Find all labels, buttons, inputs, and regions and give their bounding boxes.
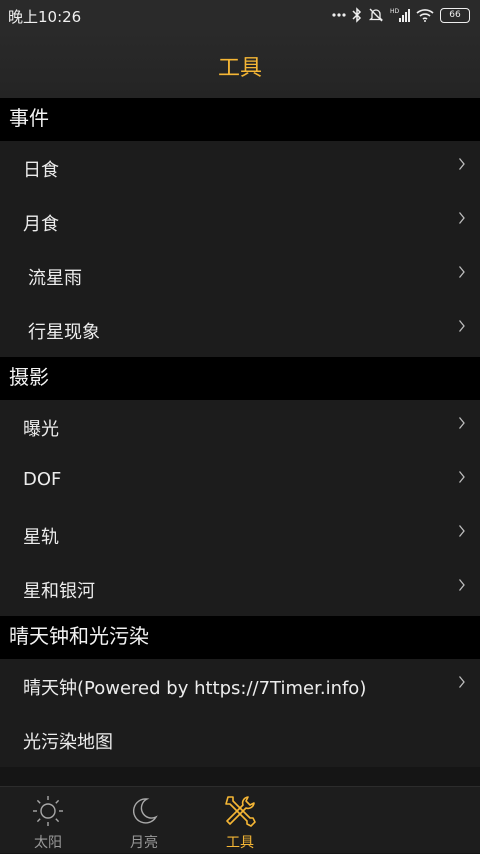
tab-sun[interactable]: 太阳: [8, 787, 88, 854]
chevron-right-icon: [458, 155, 466, 176]
list-item-label: 行星现象: [28, 322, 100, 343]
chevron-right-icon: [458, 673, 466, 694]
tab-label: 太阳: [34, 835, 62, 851]
list-item-clear-sky-clock[interactable]: 晴天钟(Powered by https://7Timer.info): [0, 659, 480, 713]
svg-text:HD: HD: [390, 8, 400, 15]
tab-tools[interactable]: 工具: [200, 787, 280, 854]
bottom-tab-bar: 太阳 月亮 工具: [0, 786, 480, 853]
tools-icon: [222, 793, 258, 829]
battery-icon: 66: [440, 7, 470, 23]
section-header-clear-sky: 晴天钟和光污染: [0, 616, 480, 659]
list-item-lunar-eclipse[interactable]: 月食: [0, 195, 480, 249]
list-item-stars-milky-way[interactable]: 星和银河: [0, 562, 480, 616]
hd-signal-icon: HD: [390, 7, 410, 23]
list-item-light-pollution-map[interactable]: 光污染地图: [0, 713, 480, 767]
chevron-right-icon: [458, 209, 466, 230]
list-item-label: 星和银河: [23, 581, 95, 602]
list-item-label: 晴天钟(Powered by https://7Timer.info): [23, 678, 367, 699]
status-time: 晚上10:26: [8, 8, 82, 26]
section-header-events: 事件: [0, 98, 480, 141]
chevron-right-icon: [458, 468, 466, 489]
tool-list: 事件 日食 月食 流星雨 行星现象 摄影 曝光 DOF 星轨 星和银河 晴天钟和…: [0, 98, 480, 767]
list-item-label: 日食: [23, 160, 59, 181]
chevron-right-icon: [458, 317, 466, 338]
chevron-right-icon: [458, 576, 466, 597]
moon-icon: [126, 793, 162, 829]
section-clear-sky: 晴天钟(Powered by https://7Timer.info) 光污染地…: [0, 659, 480, 767]
list-item-meteor-shower[interactable]: 流星雨: [0, 249, 480, 303]
sun-icon: [30, 793, 66, 829]
status-icons: HD 66: [332, 5, 470, 25]
wifi-icon: [416, 8, 434, 22]
list-item-exposure[interactable]: 曝光: [0, 400, 480, 454]
page-title: 工具: [217, 56, 262, 81]
bluetooth-icon: [352, 7, 362, 23]
list-item-label: 光污染地图: [23, 732, 113, 753]
section-photography: 曝光 DOF 星轨 星和银河: [0, 400, 480, 616]
list-item-label: 星轨: [23, 527, 59, 548]
list-item-label: DOF: [23, 469, 62, 490]
tab-moon[interactable]: 月亮: [104, 787, 184, 854]
list-item-label: 曝光: [23, 419, 59, 440]
tab-label: 工具: [226, 835, 254, 851]
list-item-star-trails[interactable]: 星轨: [0, 508, 480, 562]
section-events: 日食 月食 流星雨 行星现象: [0, 141, 480, 357]
more-dots-icon: [332, 12, 346, 18]
chevron-right-icon: [458, 263, 466, 284]
list-item-label: 月食: [23, 214, 59, 235]
chevron-right-icon: [458, 522, 466, 543]
tab-label: 月亮: [130, 835, 158, 851]
list-item-label: 流星雨: [28, 268, 82, 289]
list-item-solar-eclipse[interactable]: 日食: [0, 141, 480, 195]
status-bar: 晚上10:26 HD 66: [0, 0, 480, 30]
silent-mode-icon: [368, 7, 384, 23]
chevron-right-icon: [458, 414, 466, 435]
title-bar: 工具: [0, 30, 480, 98]
list-item-planet-phenomena[interactable]: 行星现象: [0, 303, 480, 357]
section-header-photography: 摄影: [0, 357, 480, 400]
list-item-dof[interactable]: DOF: [0, 454, 480, 508]
